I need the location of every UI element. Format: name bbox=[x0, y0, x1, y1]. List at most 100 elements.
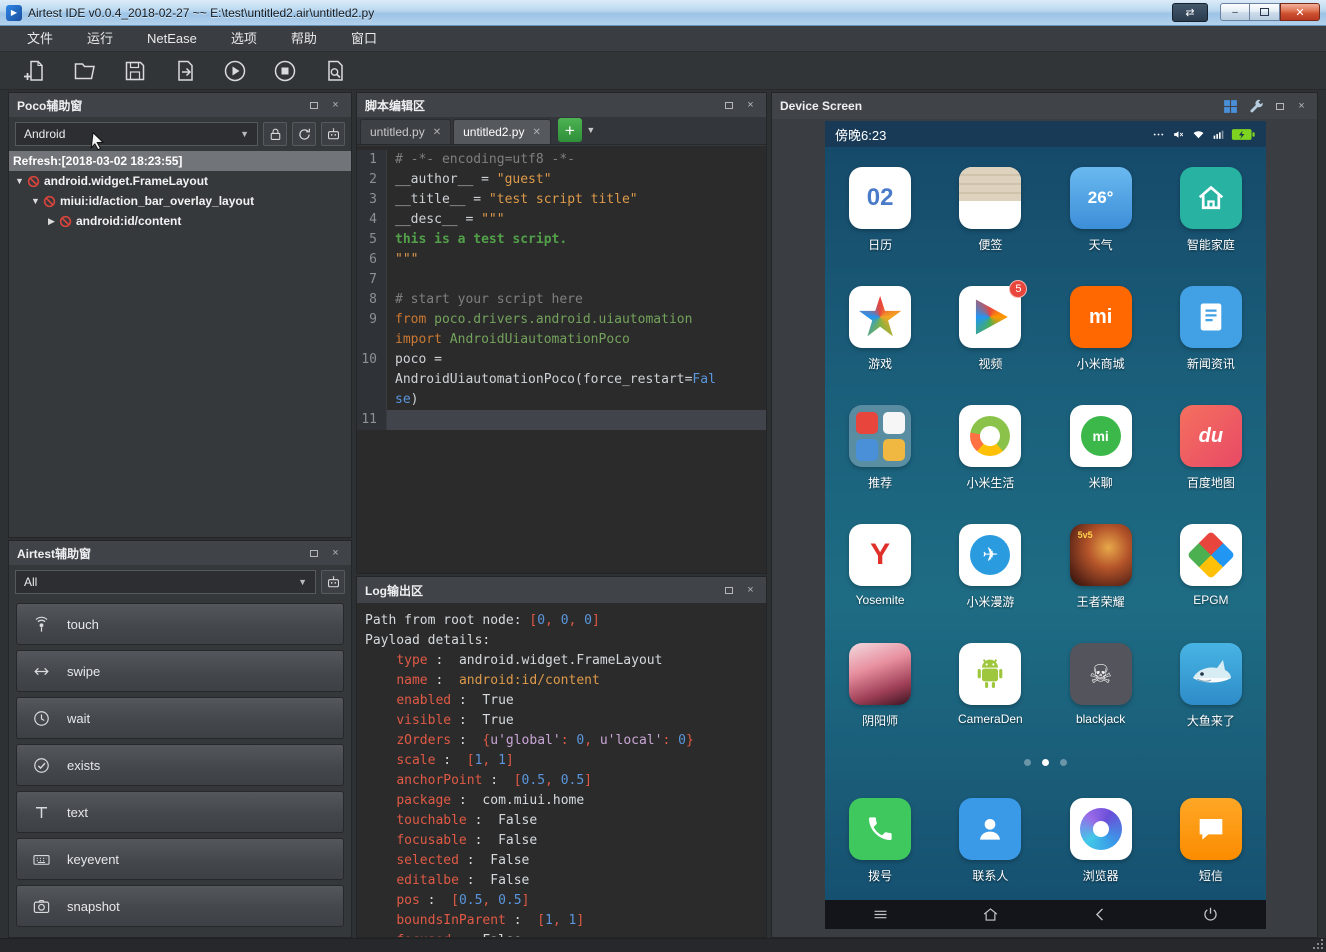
app-browser[interactable]: 浏览器 bbox=[1046, 798, 1156, 884]
app-label: 浏览器 bbox=[1083, 867, 1119, 884]
refresh-button[interactable] bbox=[292, 122, 316, 146]
app-games[interactable]: 游戏 bbox=[825, 286, 935, 372]
tab-untitled2.py[interactable]: untitled2.py✕ bbox=[453, 119, 551, 144]
nav-home-icon[interactable] bbox=[979, 904, 1001, 926]
open-button[interactable] bbox=[72, 58, 98, 84]
app-baidumap[interactable]: du百度地图 bbox=[1156, 405, 1266, 491]
find-button[interactable] bbox=[322, 58, 348, 84]
float-panel-button[interactable] bbox=[306, 546, 321, 561]
menu-窗口[interactable]: 窗口 bbox=[334, 26, 394, 52]
app-milife[interactable]: 小米生活 bbox=[935, 405, 1045, 491]
tab-close-icon[interactable]: ✕ bbox=[532, 127, 540, 138]
close-button[interactable]: ✕ bbox=[1280, 3, 1320, 21]
app-label: 百度地图 bbox=[1187, 474, 1235, 491]
float-panel-button[interactable] bbox=[721, 98, 736, 113]
log-line: touchable : False bbox=[365, 811, 758, 831]
app-messages[interactable]: 短信 bbox=[1156, 798, 1266, 884]
nav-menu-icon[interactable] bbox=[869, 904, 891, 926]
menu-选项[interactable]: 选项 bbox=[214, 26, 274, 52]
new-tab-button[interactable]: + bbox=[558, 118, 582, 142]
app-video[interactable]: 5视频 bbox=[935, 286, 1045, 372]
float-panel-button[interactable] bbox=[1272, 99, 1287, 114]
new-script-button[interactable] bbox=[22, 58, 48, 84]
menu-NetEase[interactable]: NetEase bbox=[130, 26, 214, 52]
snapshot-action-button[interactable]: snapshot bbox=[16, 885, 344, 927]
wait-action-button[interactable]: wait bbox=[16, 697, 344, 739]
float-panel-button[interactable] bbox=[721, 583, 736, 598]
exists-action-button[interactable]: exists bbox=[16, 744, 344, 786]
app-smarthome[interactable]: 智能家庭 bbox=[1156, 167, 1266, 253]
app-weather[interactable]: 26°天气 bbox=[1046, 167, 1156, 253]
app-miroaming[interactable]: ✈小米漫游 bbox=[935, 524, 1045, 610]
touch-action-button[interactable]: touch bbox=[16, 603, 344, 645]
phone-home-screen[interactable]: 02日历便签26°天气智能家庭游戏5视频mi小米商城新闻资讯推荐小米生活mi米聊… bbox=[825, 147, 1266, 900]
log-output[interactable]: Path from root node: [0, 0, 0]Payload de… bbox=[357, 603, 766, 937]
tree-expand-arrow[interactable]: ▼ bbox=[13, 176, 26, 186]
no-entry-icon bbox=[59, 215, 72, 228]
poco-mode-dropdown[interactable]: Android ▼ bbox=[15, 122, 258, 146]
code-editor[interactable]: 1# -*- encoding=utf8 -*-2__author__ = "g… bbox=[357, 146, 766, 573]
yosemite-app-icon: Y bbox=[849, 524, 911, 586]
app-michat[interactable]: mi米聊 bbox=[1046, 405, 1156, 491]
app-label: 阴阳师 bbox=[862, 712, 898, 729]
app-label: 短信 bbox=[1199, 867, 1223, 884]
save-as-button[interactable] bbox=[172, 58, 198, 84]
tools-wrench-button[interactable] bbox=[1247, 97, 1265, 115]
app-notes[interactable]: 便签 bbox=[935, 167, 1045, 253]
run-button[interactable] bbox=[222, 58, 248, 84]
record-robot-button[interactable] bbox=[321, 570, 345, 594]
log-line: package : com.miui.home bbox=[365, 791, 758, 811]
close-panel-button[interactable]: × bbox=[1294, 99, 1309, 114]
app-yinyangshi[interactable]: 阴阳师 bbox=[825, 643, 935, 729]
tree-expand-arrow[interactable]: ▼ bbox=[29, 196, 42, 206]
app-folder[interactable]: 推荐 bbox=[825, 405, 935, 491]
maximize-button[interactable] bbox=[1250, 3, 1280, 21]
app-yosemite[interactable]: YYosemite bbox=[825, 524, 935, 610]
app-contacts[interactable]: 联系人 bbox=[935, 798, 1045, 884]
tree-refresh-row[interactable]: Refresh:[2018-03-02 18:23:55] bbox=[9, 151, 351, 171]
compat-toggle-button[interactable]: ⇄ bbox=[1172, 3, 1208, 22]
app-dialer[interactable]: 拨号 bbox=[825, 798, 935, 884]
tree-node[interactable]: ▼miui:id/action_bar_overlay_layout bbox=[9, 191, 351, 211]
app-camerademo[interactable]: CameraDen bbox=[935, 643, 1045, 729]
nav-power-icon[interactable] bbox=[1200, 904, 1222, 926]
menu-运行[interactable]: 运行 bbox=[70, 26, 130, 52]
close-panel-button[interactable]: × bbox=[328, 546, 343, 561]
app-blackjack[interactable]: ☠blackjack bbox=[1046, 643, 1156, 729]
text-action-button[interactable]: text bbox=[16, 791, 344, 833]
app-news[interactable]: 新闻资讯 bbox=[1156, 286, 1266, 372]
tab-list-dropdown[interactable]: ▼ bbox=[582, 118, 600, 142]
float-panel-button[interactable] bbox=[306, 98, 321, 113]
keyboard-grid-button[interactable] bbox=[1221, 97, 1239, 115]
keyevent-action-button[interactable]: keyevent bbox=[16, 838, 344, 880]
tab-untitled.py[interactable]: untitled.py✕ bbox=[360, 119, 451, 144]
nav-back-icon[interactable] bbox=[1090, 904, 1112, 926]
app-calendar[interactable]: 02日历 bbox=[825, 167, 935, 253]
log-output-panel: Log输出区 × Path from root node: [0, 0, 0]P… bbox=[356, 576, 767, 938]
app-epgm[interactable]: EPGM bbox=[1156, 524, 1266, 610]
lock-button[interactable] bbox=[263, 122, 287, 146]
close-panel-button[interactable]: × bbox=[328, 98, 343, 113]
app-bigfish[interactable]: 大鱼来了 bbox=[1156, 643, 1266, 729]
colored-diamond-icon bbox=[1187, 531, 1235, 579]
save-button[interactable] bbox=[122, 58, 148, 84]
app-mistore[interactable]: mi小米商城 bbox=[1046, 286, 1156, 372]
close-panel-button[interactable]: × bbox=[743, 98, 758, 113]
device-mirror[interactable]: 傍晚6:23 02日历便签26°天气智能家庭游戏5视频mi小米商城新闻资讯推荐小… bbox=[825, 121, 1266, 929]
menu-帮助[interactable]: 帮助 bbox=[274, 26, 334, 52]
minimize-button[interactable]: – bbox=[1220, 3, 1250, 21]
tree-expand-arrow[interactable]: ▶ bbox=[45, 216, 58, 227]
window-bottom-bar bbox=[0, 938, 1326, 952]
tree-node[interactable]: ▶android:id/content bbox=[9, 211, 351, 231]
resize-grip[interactable] bbox=[1313, 939, 1323, 949]
close-panel-button[interactable]: × bbox=[743, 583, 758, 598]
tab-close-icon[interactable]: ✕ bbox=[433, 127, 441, 138]
menu-文件[interactable]: 文件 bbox=[10, 26, 70, 52]
app-kingglory[interactable]: 5v5王者荣耀 bbox=[1046, 524, 1156, 610]
blackjack-app-icon: ☠ bbox=[1070, 643, 1132, 705]
swipe-action-button[interactable]: swipe bbox=[16, 650, 344, 692]
tree-node[interactable]: ▼android.widget.FrameLayout bbox=[9, 171, 351, 191]
airtest-filter-dropdown[interactable]: All ▼ bbox=[15, 570, 316, 594]
inspect-robot-button[interactable] bbox=[321, 122, 345, 146]
stop-button[interactable] bbox=[272, 58, 298, 84]
